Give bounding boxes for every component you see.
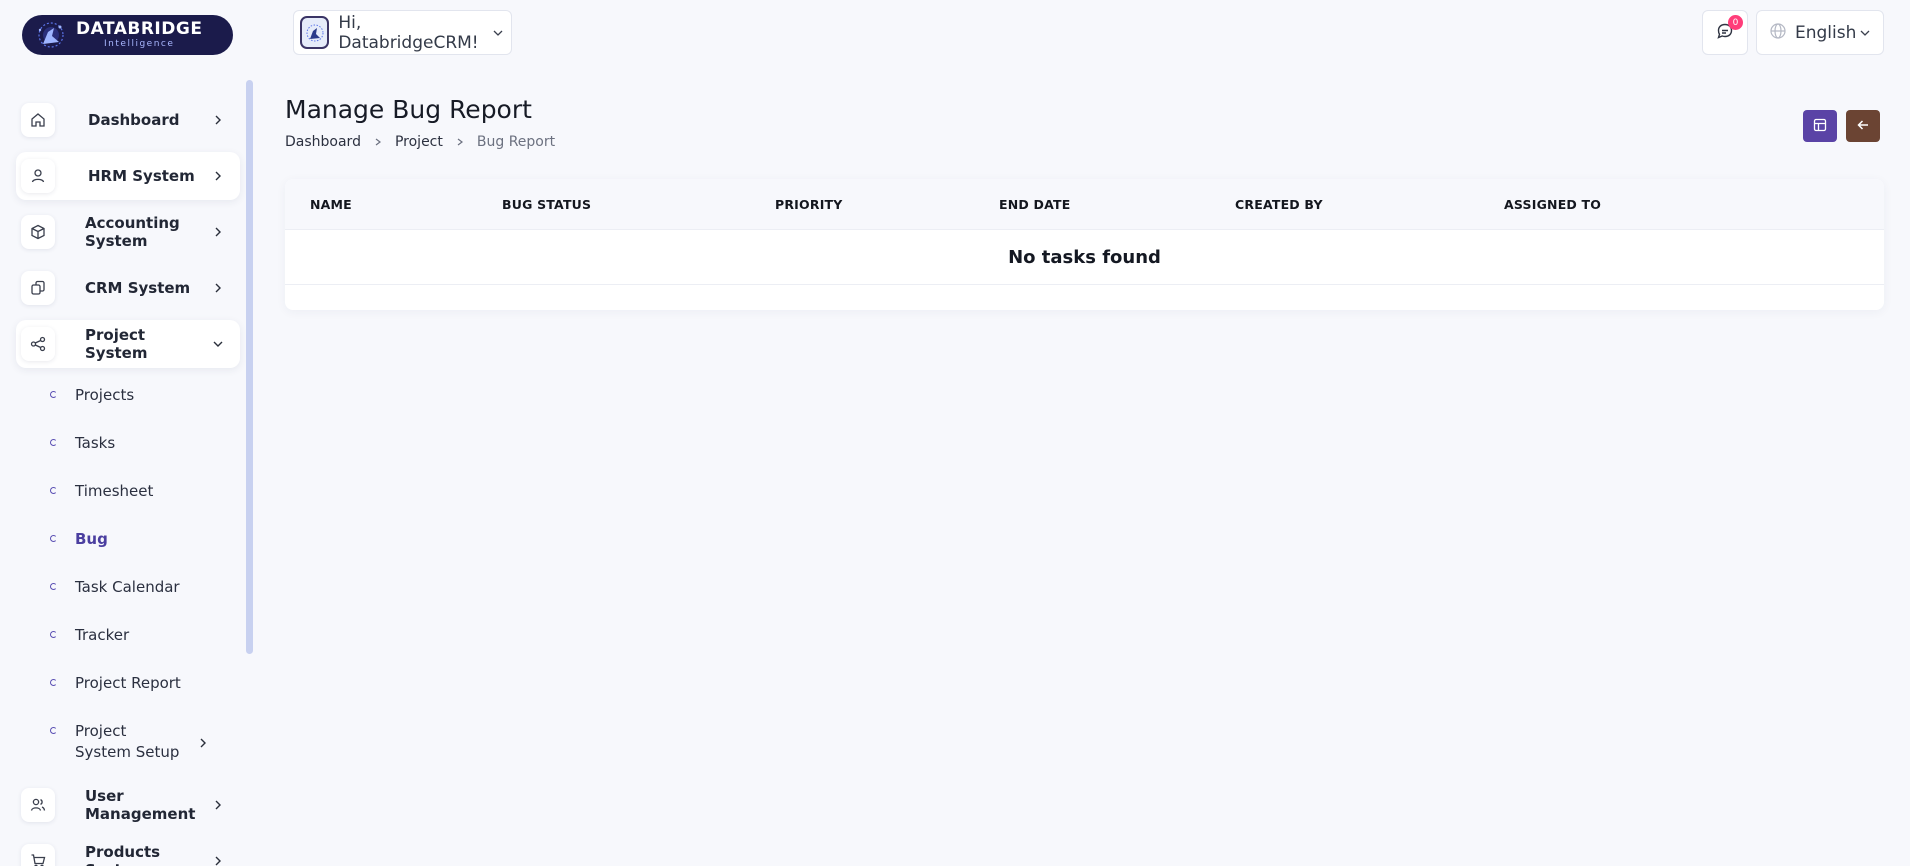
chevron-right-icon [208,851,228,866]
chevron-down-icon [1856,23,1873,43]
chevron-right-icon [193,733,213,753]
sidebar-subitem-task-calendar[interactable]: Task Calendar [50,577,240,598]
column-header-assigned-to[interactable]: ASSIGNED TO [1504,197,1601,212]
bullet-icon [50,535,57,542]
bullet-icon [50,439,57,446]
bullet-icon [50,631,57,638]
page-title: Manage Bug Report [285,95,532,124]
chevron-right-icon [208,110,228,130]
breadcrumb-current: Bug Report [476,134,556,150]
logo-mark-icon [34,20,68,50]
sidebar-item-products-system[interactable]: Products System [16,837,240,866]
sidebar-item-hrm[interactable]: HRM System [16,152,240,200]
bullet-icon [50,487,57,494]
sidebar-subitem-label: Project System Setup [75,722,180,761]
back-button[interactable] [1846,110,1880,142]
sidebar-subitem-projects[interactable]: Projects [50,385,240,406]
language-label: English [1795,22,1857,43]
sidebar-subitem-tasks[interactable]: Tasks [50,433,240,454]
chevron-right-icon [208,166,228,186]
sidebar-item-accounting[interactable]: Accounting System [16,208,240,256]
sidebar-item-label: CRM System [85,279,191,297]
layers-icon [21,271,55,305]
bullet-icon [50,727,57,734]
sidebar-item-project-system[interactable]: Project System [16,320,240,368]
sidebar-item-user-management[interactable]: User Management [16,781,240,829]
sidebar-item-label: Project System [85,326,148,362]
chevron-down-icon [490,23,507,43]
table-row: No tasks found [285,230,1884,285]
user-menu-button[interactable]: Hi, DatabridgeCRM! [293,10,512,55]
sidebar-item-label: Products System [85,843,161,866]
bullet-icon [50,391,57,398]
sidebar-subitem-bug[interactable]: Bug [50,529,240,550]
sidebar-item-label: Accounting System [85,214,180,250]
sidebar-item-label: HRM System [88,167,195,185]
sidebar-subitem-label: Project Report [75,674,181,692]
empty-state-message: No tasks found [1008,246,1161,268]
language-selector[interactable]: English [1756,10,1884,55]
brand-name: DATABRIDGE [76,19,203,39]
column-header-end-date[interactable]: END DATE [999,197,1070,212]
chevron-right-icon [208,222,228,242]
sidebar-subitem-label: Tasks [75,434,116,452]
arrow-left-icon [1856,117,1870,136]
sidebar-subitem-timesheet[interactable]: Timesheet [50,481,240,502]
breadcrumb-link-dashboard[interactable]: Dashboard [285,134,361,150]
column-header-created-by[interactable]: CREATED BY [1235,197,1323,212]
sidebar-subitem-label: Bug [75,530,108,548]
column-header-bug-status[interactable]: BUG STATUS [502,197,591,212]
chevron-right-icon [208,278,228,298]
sidebar-subitem-label: Timesheet [75,482,154,500]
sidebar-subitem-project-report[interactable]: Project Report [50,673,240,694]
sidebar-item-crm[interactable]: CRM System [16,264,240,312]
avatar [300,16,330,49]
brand-tagline: Intelligence [104,39,175,49]
cart-icon [21,844,55,866]
table-header: NAME BUG STATUS PRIORITY END DATE CREATE… [285,179,1884,230]
sidebar-subitem-label: Tracker [75,626,130,644]
bug-report-table: NAME BUG STATUS PRIORITY END DATE CREATE… [285,179,1884,310]
column-header-priority[interactable]: PRIORITY [775,197,843,212]
bullet-icon [50,583,57,590]
messages-badge: 0 [1728,15,1743,30]
sidebar-scrollbar[interactable] [246,80,253,654]
sidebar-item-label: User Management [85,787,196,823]
sidebar-subitem-label: Task Calendar [75,578,180,596]
brand-logo[interactable]: DATABRIDGE Intelligence [22,15,233,55]
sidebar-item-dashboard[interactable]: Dashboard [16,96,240,144]
box-icon [21,215,55,249]
column-header-name[interactable]: NAME [310,197,352,212]
sidebar-subitem-project-system-setup[interactable]: Project System Setup [50,721,240,763]
breadcrumb-link-project[interactable]: Project [395,134,443,150]
sidebar-subitem-label: Projects [75,386,135,404]
users-icon [21,788,55,822]
table-icon [1813,117,1827,136]
user-icon [21,159,55,193]
share-icon [21,327,55,361]
home-icon [21,103,55,137]
bullet-icon [50,679,57,686]
chevron-right-icon [456,138,464,146]
sidebar-subitem-tracker[interactable]: Tracker [50,625,240,646]
chevron-down-icon [208,334,228,354]
sidebar: DATABRIDGE Intelligence Dashboard HRM Sy… [0,0,255,866]
greeting-text: Hi, DatabridgeCRM! [338,12,479,53]
sidebar-item-label: Dashboard [88,111,180,129]
grid-view-button[interactable] [1803,110,1837,142]
chevron-right-icon [208,795,228,815]
messages-button[interactable]: 0 [1702,10,1748,55]
chevron-right-icon [374,138,382,146]
breadcrumb: Dashboard Project Bug Report [285,134,555,150]
globe-icon [1769,22,1787,44]
